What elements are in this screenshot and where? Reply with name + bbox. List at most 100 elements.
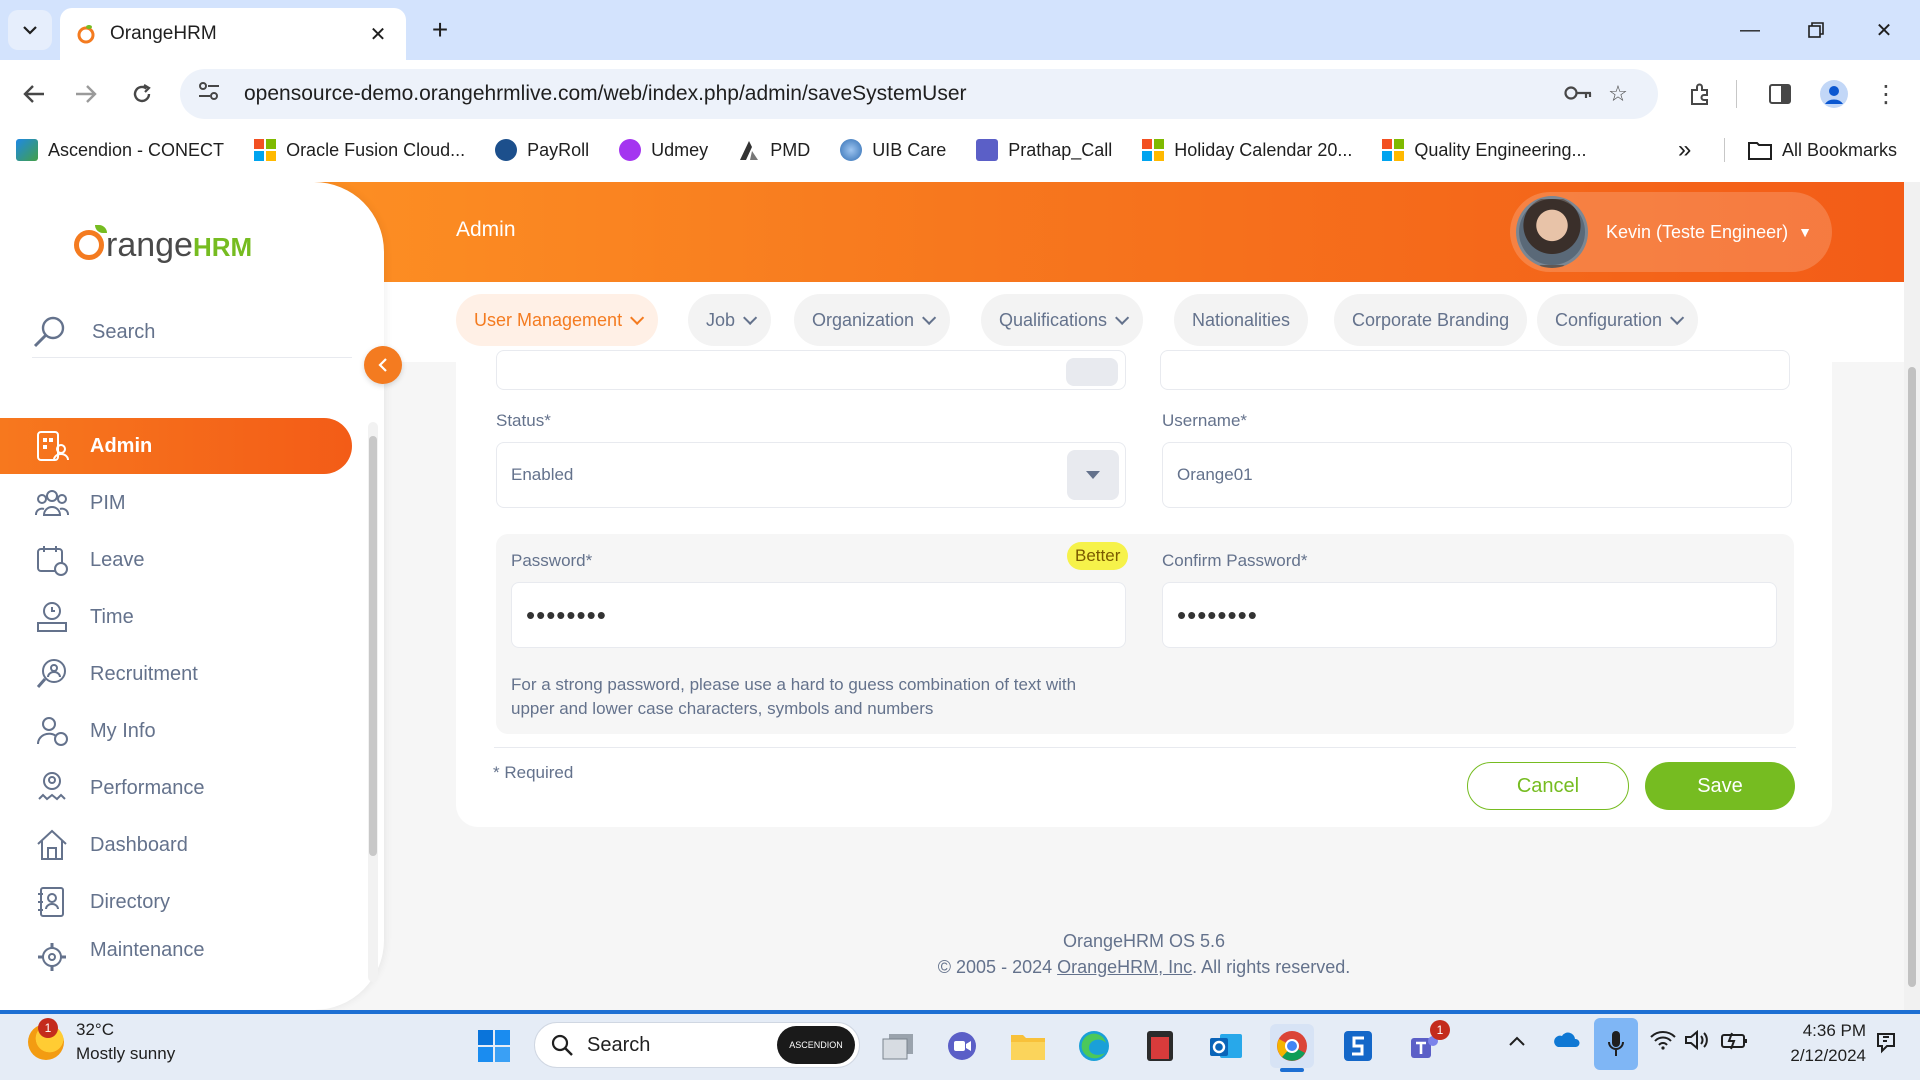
bookmark-item[interactable]: Holiday Calendar 20... <box>1142 139 1352 161</box>
nav-label: Job <box>706 309 736 330</box>
wifi-icon[interactable] <box>1650 1030 1676 1056</box>
user-dropdown[interactable]: Kevin (Teste Engineer) ▼ <box>1510 192 1832 272</box>
bookmark-item[interactable]: Quality Engineering... <box>1382 139 1587 161</box>
cancel-button[interactable]: Cancel <box>1467 762 1629 810</box>
meet-video-icon[interactable] <box>940 1024 984 1068</box>
performance-icon <box>34 770 70 806</box>
toolbar-divider <box>1736 80 1737 108</box>
confirm-password-input[interactable]: •••••••• <box>1162 582 1777 648</box>
save-button[interactable]: Save <box>1645 762 1795 810</box>
teams-icon <box>976 139 999 161</box>
more-bookmarks-button[interactable]: » <box>1678 130 1691 170</box>
weather-widget[interactable]: 1 32°C Mostly sunny <box>28 1018 175 1066</box>
sidebar-item-admin[interactable]: Admin <box>0 418 352 474</box>
sidebar-item-recruitment[interactable]: Recruitment <box>0 646 352 702</box>
nav-corporate-branding[interactable]: Corporate Branding <box>1334 294 1528 346</box>
address-bar[interactable]: opensource-demo.orangehrmlive.com/web/in… <box>180 69 1658 119</box>
nav-job[interactable]: Job <box>688 294 772 346</box>
outlook-icon[interactable] <box>1204 1024 1248 1068</box>
sidebar-item-performance[interactable]: Performance <box>0 760 352 816</box>
tab-search-button[interactable] <box>8 10 52 50</box>
taskbar-clock[interactable]: 4:36 PM 2/12/2024 <box>1766 1018 1866 1068</box>
app-red-icon[interactable] <box>1138 1024 1182 1068</box>
employee-name-field[interactable] <box>496 350 1126 390</box>
taskbar-search[interactable]: Search ASCENDION <box>534 1022 860 1068</box>
sidebar-item-my-info[interactable]: My Info <box>0 703 352 759</box>
notifications-icon[interactable] <box>1874 1030 1898 1060</box>
onedrive-icon[interactable] <box>1552 1030 1580 1054</box>
orangehrm-logo[interactable]: range HRM <box>74 225 252 262</box>
all-bookmarks-button[interactable]: All Bookmarks <box>1748 130 1897 170</box>
new-tab-button[interactable]: + <box>422 12 458 48</box>
chrome-icon[interactable] <box>1270 1024 1314 1068</box>
sidebar-item-label: My Info <box>90 719 156 742</box>
back-button[interactable] <box>14 74 54 114</box>
task-view-icon[interactable] <box>876 1024 920 1068</box>
teams-icon[interactable]: 1 <box>1402 1020 1450 1068</box>
browser-tab[interactable]: OrangeHRM ✕ <box>60 8 406 60</box>
nav-qualifications[interactable]: Qualifications <box>981 294 1144 346</box>
windows-start-button[interactable] <box>472 1024 516 1068</box>
bookmark-item[interactable]: UIB Care <box>840 139 946 161</box>
footer-version: OrangeHRM OS 5.6 <box>1062 931 1226 951</box>
app-blue-s-icon[interactable] <box>1336 1024 1380 1068</box>
edge-browser-icon[interactable] <box>1072 1024 1116 1068</box>
nav-configuration[interactable]: Configuration <box>1537 294 1699 346</box>
side-panel-icon[interactable] <box>1760 74 1800 114</box>
sidebar-scrollbar-thumb[interactable] <box>369 436 377 856</box>
status-select[interactable]: Enabled <box>496 442 1126 508</box>
microphone-in-use-icon[interactable] <box>1594 1018 1638 1070</box>
bookmark-item[interactable]: PMD <box>738 139 810 161</box>
page-scrollbar[interactable] <box>1904 182 1920 1010</box>
weather-text: 32°C Mostly sunny <box>76 1018 175 1066</box>
password-key-icon[interactable] <box>1558 81 1598 107</box>
bookmark-label: Prathap_Call <box>1008 139 1113 160</box>
sidebar-item-time[interactable]: Time <box>0 589 352 645</box>
password-input[interactable]: •••••••• <box>511 582 1126 648</box>
password-hint-line: For a strong password, please use a hard… <box>511 675 1077 694</box>
bookmark-item[interactable]: Ascendion - CONECT <box>16 139 224 161</box>
forward-button[interactable] <box>66 74 106 114</box>
sidebar-item-label: Time <box>90 605 134 628</box>
bookmark-item[interactable]: Prathap_Call <box>976 139 1112 161</box>
sidebar-item-leave[interactable]: Leave <box>0 532 352 588</box>
nav-user-management[interactable]: User Management <box>456 294 659 346</box>
sidebar-item-maintenance[interactable]: Maintenance <box>0 931 352 971</box>
sidebar-item-pim[interactable]: PIM <box>0 475 352 531</box>
bookmark-label: Oracle Fusion Cloud... <box>286 139 466 160</box>
profile-avatar-icon[interactable] <box>1814 74 1854 114</box>
battery-icon[interactable] <box>1720 1030 1748 1056</box>
nav-organization[interactable]: Organization <box>794 294 951 346</box>
sidebar-search[interactable]: Search <box>32 308 352 358</box>
bookmarks-bar: Ascendion - CONECT Oracle Fusion Cloud..… <box>0 130 1920 170</box>
sidebar-collapse-button[interactable] <box>364 346 402 384</box>
company-link[interactable]: OrangeHRM, Inc <box>1057 957 1192 977</box>
file-explorer-icon[interactable] <box>1006 1024 1050 1068</box>
bookmark-star-icon[interactable]: ☆ <box>1598 81 1638 107</box>
restore-window-button[interactable] <box>1788 10 1844 50</box>
page-scrollbar-thumb[interactable] <box>1908 367 1916 987</box>
sidebar-item-dashboard[interactable]: Dashboard <box>0 817 352 873</box>
close-tab-icon[interactable]: ✕ <box>366 22 390 47</box>
close-window-button[interactable]: ✕ <box>1856 10 1912 50</box>
show-hidden-icons-chevron[interactable] <box>1508 1030 1526 1053</box>
browser-menu-icon[interactable]: ⋮ <box>1866 74 1906 114</box>
bookmark-item[interactable]: Udmey <box>619 139 708 161</box>
minimize-window-button[interactable]: — <box>1722 10 1778 50</box>
extensions-icon[interactable] <box>1680 74 1720 114</box>
all-bookmarks-label: All Bookmarks <box>1782 139 1898 160</box>
chevron-down-icon <box>1670 310 1685 325</box>
bookmark-item[interactable]: Oracle Fusion Cloud... <box>254 139 465 161</box>
reload-button[interactable] <box>122 74 162 114</box>
sidebar-item-directory[interactable]: Directory <box>0 874 352 930</box>
user-role-field[interactable] <box>1160 350 1790 390</box>
site-settings-icon[interactable] <box>198 82 226 106</box>
sidebar-scrollbar[interactable] <box>368 422 378 982</box>
select-dropdown-button[interactable] <box>1067 450 1119 500</box>
bookmark-item[interactable]: PayRoll <box>495 139 589 161</box>
chevron-left-icon <box>378 358 387 372</box>
nav-nationalities[interactable]: Nationalities <box>1174 294 1309 346</box>
username-input[interactable]: Orange01 <box>1162 442 1792 508</box>
volume-icon[interactable] <box>1684 1029 1710 1056</box>
caret-down-icon: ▼ <box>1798 224 1812 240</box>
